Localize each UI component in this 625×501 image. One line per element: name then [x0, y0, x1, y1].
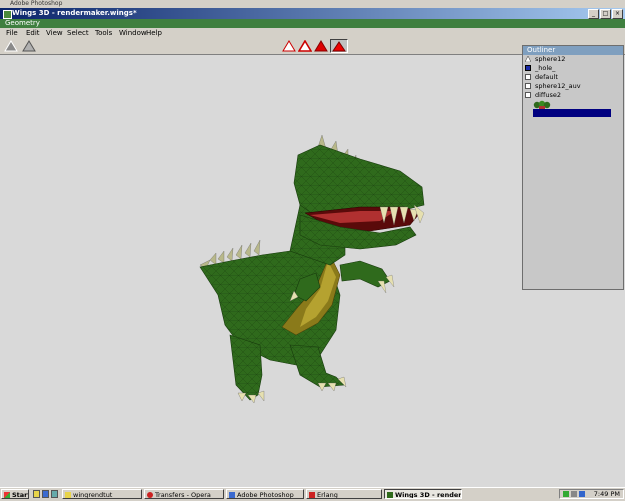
- close-button[interactable]: ×: [612, 9, 623, 19]
- task-photoshop[interactable]: Adobe Photoshop: [226, 489, 304, 499]
- edge-mode-icon[interactable]: [298, 40, 312, 52]
- wireframe-view-icon[interactable]: [22, 40, 36, 52]
- maximize-button[interactable]: □: [600, 9, 611, 19]
- body-mode-icon: [332, 41, 346, 52]
- ortho-view-icon[interactable]: [4, 40, 18, 52]
- outliner-panel: Outliner sphere12 _hole_ default sphere1…: [522, 45, 624, 290]
- material-icon: [525, 65, 531, 71]
- tray-app-icon[interactable]: [579, 491, 585, 497]
- erlang-icon: [309, 492, 315, 498]
- task-wingrendtut[interactable]: wingrendtut: [62, 489, 142, 499]
- window-title: Wings 3D - rendermaker.wings*: [12, 9, 137, 17]
- outliner-item[interactable]: diffuse2: [523, 91, 623, 100]
- face-mode-icon[interactable]: [314, 40, 328, 52]
- photoshop-icon: [229, 492, 235, 498]
- network-icon[interactable]: [563, 491, 569, 497]
- menu-window[interactable]: Window: [119, 28, 147, 38]
- start-button[interactable]: Start: [1, 489, 29, 499]
- task-wings3d[interactable]: Wings 3D - rendermak...: [384, 489, 462, 499]
- outliner-item[interactable]: sphere12_auv: [523, 82, 623, 91]
- system-tray: 7:49 PM: [559, 489, 624, 499]
- image-icon: [525, 83, 531, 89]
- outliner-title[interactable]: Outliner: [523, 46, 623, 55]
- menu-edit[interactable]: Edit: [26, 28, 40, 38]
- geometry-window-bar[interactable]: Geometry: [0, 19, 625, 28]
- folder-icon[interactable]: [33, 490, 40, 498]
- body-mode-button[interactable]: [330, 39, 348, 53]
- folder-icon: [65, 492, 71, 498]
- menu-tools[interactable]: Tools: [95, 28, 112, 38]
- background-app-bar: Adobe Photoshop: [0, 0, 625, 8]
- taskbar: Start wingrendtut Transfers - Opera Adob…: [0, 487, 625, 501]
- desktop-icon[interactable]: [51, 490, 58, 498]
- clock[interactable]: 7:49 PM: [594, 490, 620, 499]
- wings-icon: [387, 492, 393, 498]
- task-opera[interactable]: Transfers - Opera: [144, 489, 224, 499]
- texture-thumbnail: [533, 100, 551, 109]
- volume-icon[interactable]: [571, 491, 577, 497]
- wings-app-icon: [3, 10, 12, 19]
- windows-logo-icon: [4, 492, 10, 498]
- minimize-button[interactable]: _: [588, 9, 599, 19]
- image-icon: [525, 92, 531, 98]
- outliner-item[interactable]: _hole_: [523, 64, 623, 73]
- window-title-bar[interactable]: Wings 3D - rendermaker.wings* _ □ ×: [0, 8, 625, 19]
- geometry-label: Geometry: [5, 19, 40, 27]
- material-icon: [525, 74, 531, 80]
- opera-icon: [147, 492, 153, 498]
- object-icon: [525, 56, 531, 62]
- menu-help[interactable]: Help: [146, 28, 162, 38]
- menu-file[interactable]: File: [6, 28, 18, 38]
- outliner-item[interactable]: sphere12: [523, 55, 623, 64]
- task-erlang[interactable]: Erlang: [306, 489, 382, 499]
- background-app-title: Adobe Photoshop: [10, 0, 63, 7]
- vertex-mode-icon[interactable]: [282, 40, 296, 52]
- menu-view[interactable]: View: [46, 28, 63, 38]
- outliner-item[interactable]: default: [523, 73, 623, 82]
- quick-launch: [33, 490, 59, 499]
- selection-bar[interactable]: [533, 109, 611, 117]
- menu-select[interactable]: Select: [67, 28, 89, 38]
- browser-icon[interactable]: [42, 490, 49, 498]
